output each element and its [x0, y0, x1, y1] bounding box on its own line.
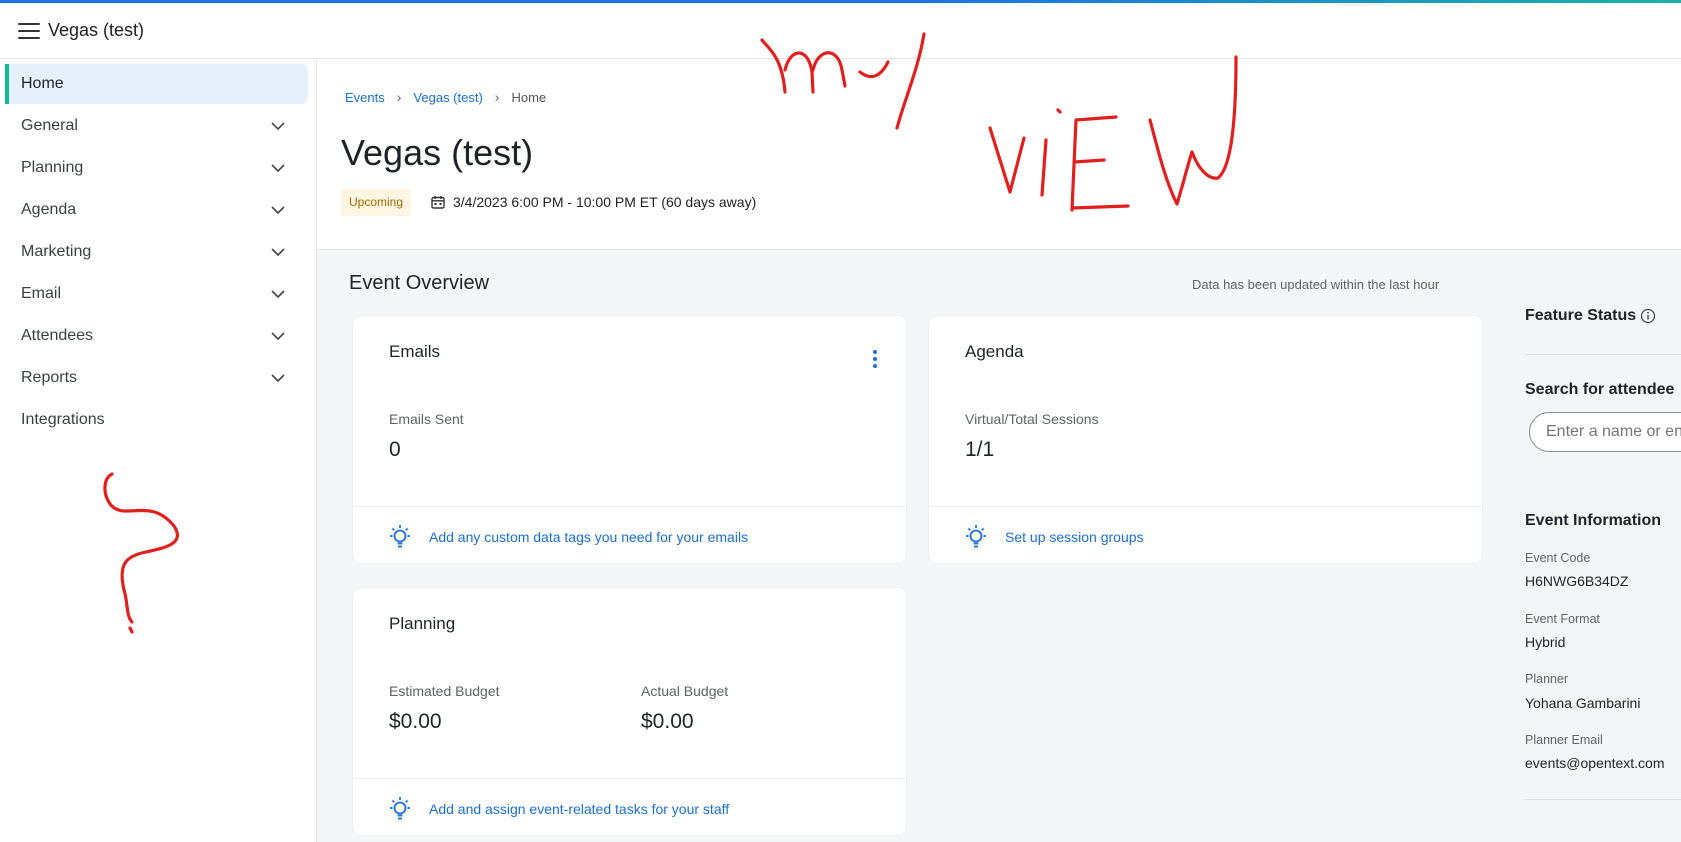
sidebar-item-label: Integrations [21, 411, 105, 428]
planning-tip-text: Add and assign event-related tasks for y… [429, 801, 730, 817]
sidebar-item-reports[interactable]: Reports [5, 358, 308, 398]
attendee-search-input[interactable] [1529, 412, 1681, 452]
status-badge: Upcoming [341, 189, 412, 216]
emails-card-title: Emails [389, 342, 441, 361]
sidebar-item-label: Marketing [21, 243, 92, 260]
breadcrumb-events-link[interactable]: Events [345, 90, 385, 105]
sessions-value: 1/1 [965, 438, 995, 461]
overview-title: Event Overview [349, 272, 490, 294]
agenda-tip-link[interactable]: Set up session groups [963, 524, 1144, 550]
sidebar-item-planning[interactable]: Planning [5, 148, 308, 188]
search-attendee-heading: Search for attendee [1525, 381, 1675, 398]
emails-card: Emails Emails Sent 0 Add any custom data… [353, 316, 906, 563]
breadcrumb: Events › Vegas (test) › Home [345, 89, 546, 105]
planner-email-label: Planner Email [1525, 733, 1603, 747]
event-overview-section: Event Overview Data has been updated wit… [317, 250, 1681, 842]
actual-budget-label: Actual Budget [641, 683, 729, 699]
sidebar-item-label: General [21, 117, 78, 134]
planning-card-title: Planning [389, 614, 456, 633]
app-title: Vegas (test) [48, 20, 145, 40]
chevron-down-icon [271, 206, 285, 215]
breadcrumb-event-link[interactable]: Vegas (test) [413, 90, 482, 105]
emails-sent-value: 0 [389, 438, 401, 461]
kebab-menu-icon[interactable] [872, 350, 878, 372]
event-information-heading: Event Information [1525, 512, 1662, 529]
breadcrumb-current: Home [511, 89, 547, 105]
sidebar-item-email[interactable]: Email [5, 274, 308, 314]
event-format-value: Hybrid [1525, 634, 1566, 650]
planner-value: Yohana Gambarini [1525, 695, 1641, 711]
sidebar-item-marketing[interactable]: Marketing [5, 232, 308, 272]
sidebar-item-attendees[interactable]: Attendees [5, 316, 308, 356]
sidebar-item-label: Agenda [21, 201, 77, 218]
divider [1525, 799, 1681, 800]
estimated-budget-value: $0.00 [389, 710, 442, 733]
sessions-label: Virtual/Total Sessions [965, 411, 1099, 427]
event-code-value: H6NWG6B34DZ [1525, 573, 1629, 589]
lightbulb-icon [390, 797, 410, 820]
emails-tip-text: Add any custom data tags you need for yo… [429, 529, 749, 545]
breadcrumb-separator-icon: › [396, 89, 402, 105]
calendar-icon [431, 196, 445, 209]
app-bar: Vegas (test) [0, 3, 1681, 59]
agenda-card: Agenda Virtual/Total Sessions 1/1 Set up… [929, 316, 1482, 563]
sidebar-item-general[interactable]: General [5, 106, 308, 146]
hamburger-icon[interactable] [18, 23, 40, 41]
agenda-tip-text: Set up session groups [1005, 529, 1144, 545]
chevron-down-icon [271, 248, 285, 257]
sidebar-item-label: Planning [21, 159, 84, 176]
right-panel: Feature Status Search for attendee Event… [1525, 250, 1681, 842]
sidebar: Home General Planning Agenda Marketing E… [0, 60, 317, 842]
lightbulb-icon [390, 525, 410, 548]
sidebar-item-label: Reports [21, 369, 78, 386]
card-divider [353, 506, 906, 507]
feature-status-heading: Feature Status [1525, 307, 1656, 325]
estimated-budget-label: Estimated Budget [389, 683, 500, 699]
sidebar-item-label: Attendees [21, 327, 94, 344]
sidebar-item-home[interactable]: Home [5, 64, 308, 104]
emails-sent-label: Emails Sent [389, 411, 464, 427]
info-icon[interactable] [1640, 308, 1656, 324]
chevron-down-icon [271, 290, 285, 299]
sidebar-item-agenda[interactable]: Agenda [5, 190, 308, 230]
planning-card: Planning Estimated Budget $0.00 Actual B… [353, 588, 906, 835]
event-date: 3/4/2023 6:00 PM - 10:00 PM ET (60 days … [431, 194, 756, 210]
actual-budget-value: $0.00 [641, 710, 694, 733]
chevron-down-icon [271, 122, 285, 131]
event-date-text: 3/4/2023 6:00 PM - 10:00 PM ET (60 days … [453, 194, 757, 210]
sidebar-item-label: Home [21, 75, 64, 92]
lightbulb-icon [966, 525, 986, 548]
sidebar-item-label: Email [21, 285, 62, 302]
page-header: Events › Vegas (test) › Home Vegas (test… [317, 60, 1681, 250]
planner-label: Planner [1525, 672, 1569, 686]
feature-status-label: Feature Status [1525, 307, 1637, 324]
chevron-down-icon [271, 374, 285, 383]
data-updated-note: Data has been updated within the last ho… [1192, 277, 1440, 292]
chevron-down-icon [271, 332, 285, 341]
page-title: Vegas (test) [341, 132, 534, 173]
planning-tip-link[interactable]: Add and assign event-related tasks for y… [387, 796, 729, 822]
divider [1525, 354, 1681, 355]
card-divider [353, 778, 906, 779]
agenda-card-title: Agenda [965, 342, 1024, 361]
breadcrumb-separator-icon: › [494, 89, 500, 105]
card-divider [929, 506, 1482, 507]
chevron-down-icon [271, 164, 285, 173]
emails-tip-link[interactable]: Add any custom data tags you need for yo… [387, 524, 748, 550]
planner-email-value: events@opentext.com [1525, 755, 1665, 771]
event-format-label: Event Format [1525, 612, 1601, 626]
event-code-label: Event Code [1525, 551, 1591, 565]
sidebar-item-integrations[interactable]: Integrations [5, 400, 308, 440]
